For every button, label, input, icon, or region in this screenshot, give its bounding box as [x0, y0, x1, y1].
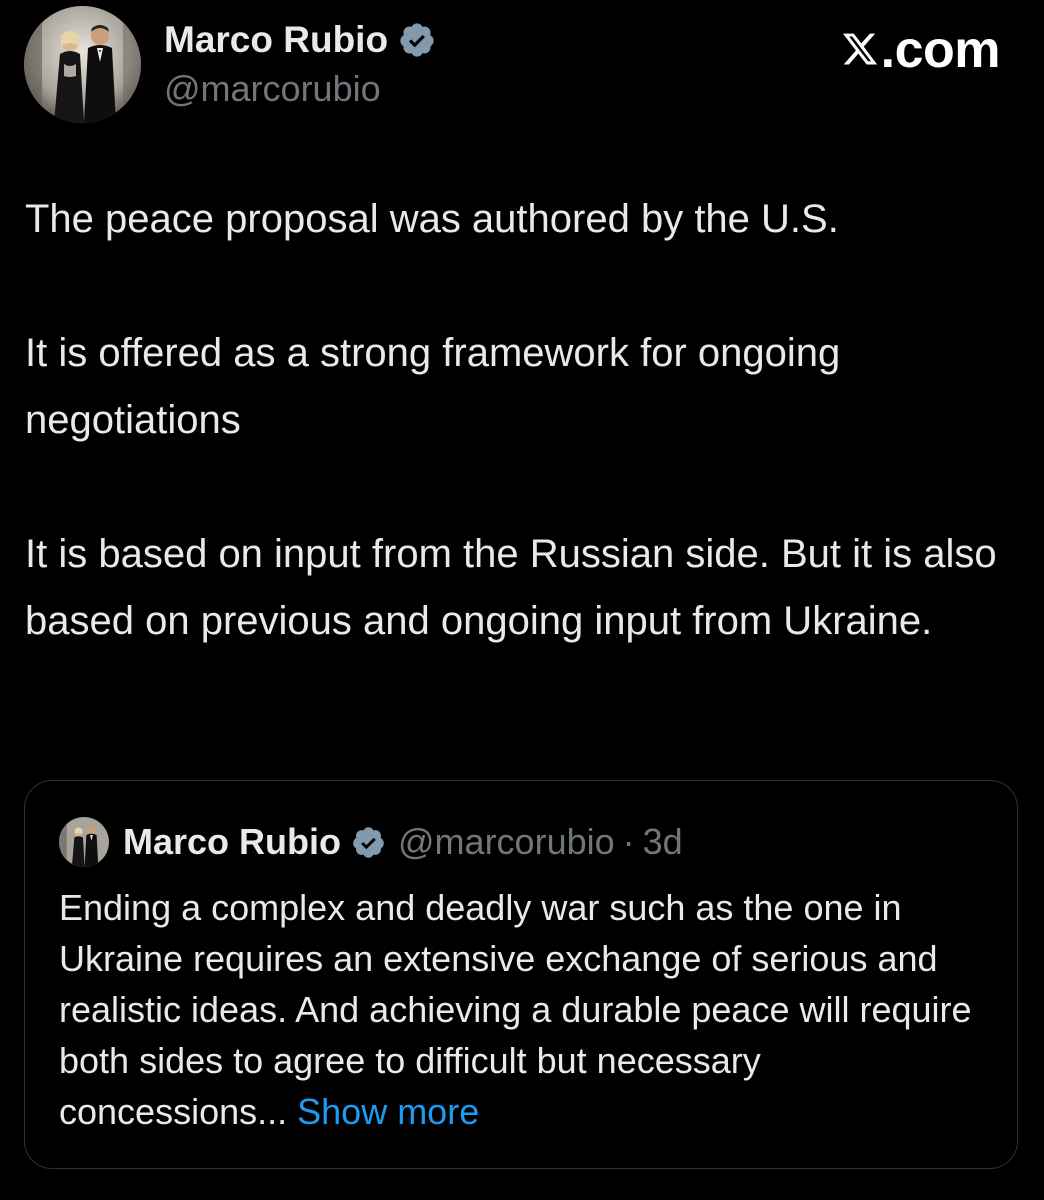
site-logo: .com [841, 20, 1001, 80]
show-more-link[interactable]: Show more [297, 1091, 479, 1132]
quoted-tweet-card[interactable]: Marco Rubio @marcorubio · 3d Ending a co… [24, 780, 1018, 1169]
author-name-text: Marco Rubio [164, 19, 389, 60]
quoted-tweet-header: Marco Rubio @marcorubio · 3d [59, 811, 683, 873]
verified-badge-icon [400, 23, 434, 57]
separator-dot: · [622, 821, 635, 862]
quoted-tweet-timestamp[interactable]: 3d [643, 821, 683, 863]
quoted-author-handle[interactable]: @marcorubio [398, 821, 615, 863]
author-name[interactable]: Marco Rubio [164, 18, 436, 62]
profile-photo-icon [24, 6, 141, 123]
tweet-paragraph: The peace proposal was authored by the U… [25, 197, 839, 241]
author-handle[interactable]: @marcorubio [164, 68, 381, 110]
tweet-text: The peace proposal was authored by the U… [25, 186, 1025, 655]
tweet-paragraph: It is offered as a strong framework for … [25, 331, 841, 442]
profile-photo-icon [59, 817, 109, 867]
quoted-tweet-text: Ending a complex and deadly war such as … [59, 882, 989, 1137]
quoted-author-name[interactable]: Marco Rubio [123, 821, 341, 863]
quoted-author-avatar[interactable] [59, 817, 109, 867]
site-logo-text: .com [880, 21, 1001, 79]
x-logo-icon [842, 33, 877, 65]
tweet-paragraph: It is based on input from the Russian si… [25, 532, 997, 643]
quoted-tweet-body: Ending a complex and deadly war such as … [59, 887, 972, 1132]
author-avatar[interactable] [24, 6, 141, 123]
verified-badge-icon [353, 826, 384, 858]
